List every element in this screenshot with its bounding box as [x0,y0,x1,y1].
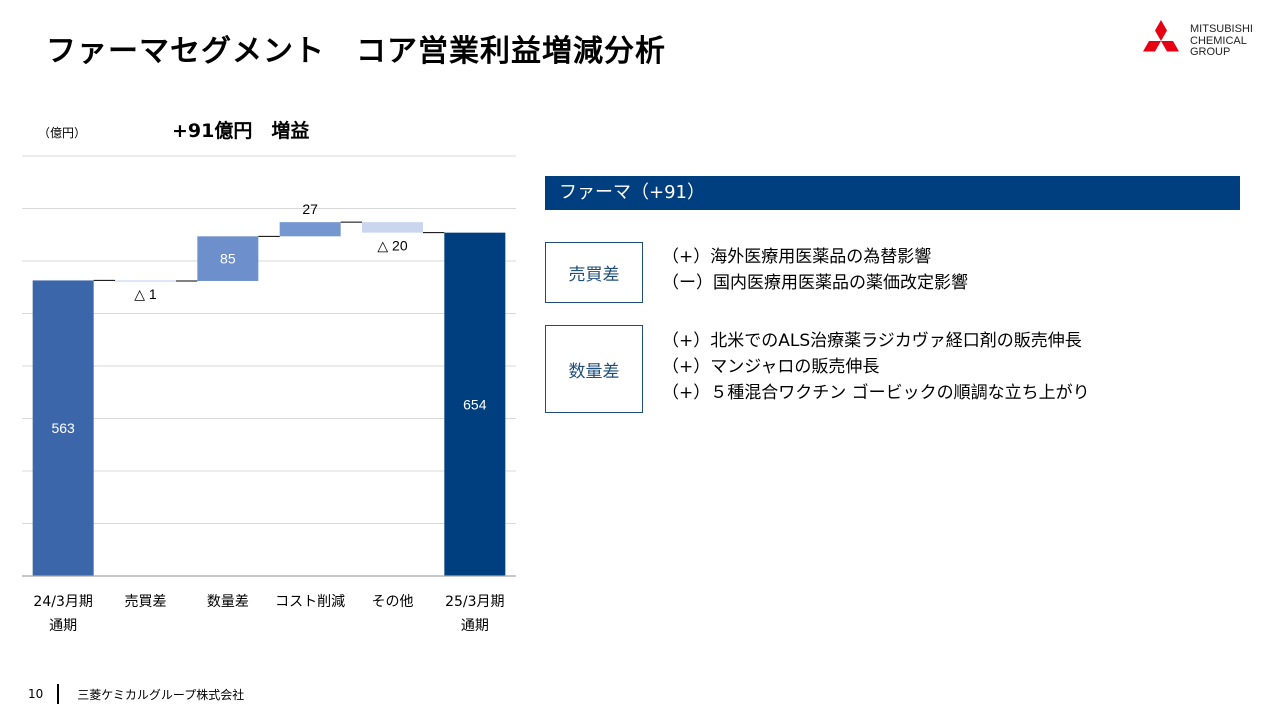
chart-bar [279,222,341,237]
logo-line: MITSUBISHI [1190,23,1253,35]
segment-banner: ファーマ（+91） [545,176,1240,210]
bullet-item: （ー）国内医療用医薬品の薬価改定影響 [662,273,968,293]
three-diamonds-icon [1143,20,1179,52]
x-tick-label: その他 [371,594,414,610]
bullet-list-volume: （+）北米でのALS治療薬ラジカヴァ経口剤の販売伸長 （+）マンジャロの販売伸長… [662,328,1090,406]
waterfall-chart: 563 △ 1 85 27 △ 20 654 [22,155,516,577]
x-tick-label: 売買差 [124,594,167,610]
category-box-price: 売買差 [545,242,643,303]
footer: 10 三菱ケミカルグループ株式会社 [28,684,244,704]
x-tick-label: 24/3月期 通期 [33,594,93,634]
bullet-item: （+）海外医療用医薬品の為替影響 [662,247,932,267]
x-tick-label: 数量差 [206,594,249,610]
category-box-volume: 数量差 [545,325,643,413]
page-number: 10 [28,687,44,701]
bullet-item: （+）マンジャロの販売伸長 [662,357,880,377]
data-label: 27 [302,201,318,217]
chart-bar [362,222,423,233]
bullet-list-price: （+）海外医療用医薬品の為替影響 （ー）国内医療用医薬品の薬価改定影響 [662,244,968,296]
headline-summary: +91億円 増益 [172,120,310,142]
bullet-item: （+）北米でのALS治療薬ラジカヴァ経口剤の販売伸長 [662,331,1082,351]
company-name: 三菱ケミカルグループ株式会社 [77,687,245,702]
x-tick-label: コスト削減 [275,594,346,610]
data-label: 85 [220,251,236,267]
chart-bar [115,280,176,282]
data-label: △ 1 [134,286,157,302]
logo-line: GROUP [1190,46,1231,58]
data-label: 563 [51,420,75,436]
x-tick-label: 25/3月期 通期 [445,594,505,634]
bullet-item: （+）５種混合ワクチン ゴービックの順調な立ち上がり [662,383,1090,403]
footer-divider [57,684,60,704]
logo-wordmark: MITSUBISHI CHEMICAL GROUP [1190,23,1253,59]
unit-label: （億円） [38,126,87,140]
data-label: 654 [463,396,487,412]
data-label: △ 20 [377,238,407,254]
company-logo: MITSUBISHI CHEMICAL GROUP [1138,20,1258,64]
page-title: ファーマセグメント コア営業利益増減分析 [46,34,666,69]
